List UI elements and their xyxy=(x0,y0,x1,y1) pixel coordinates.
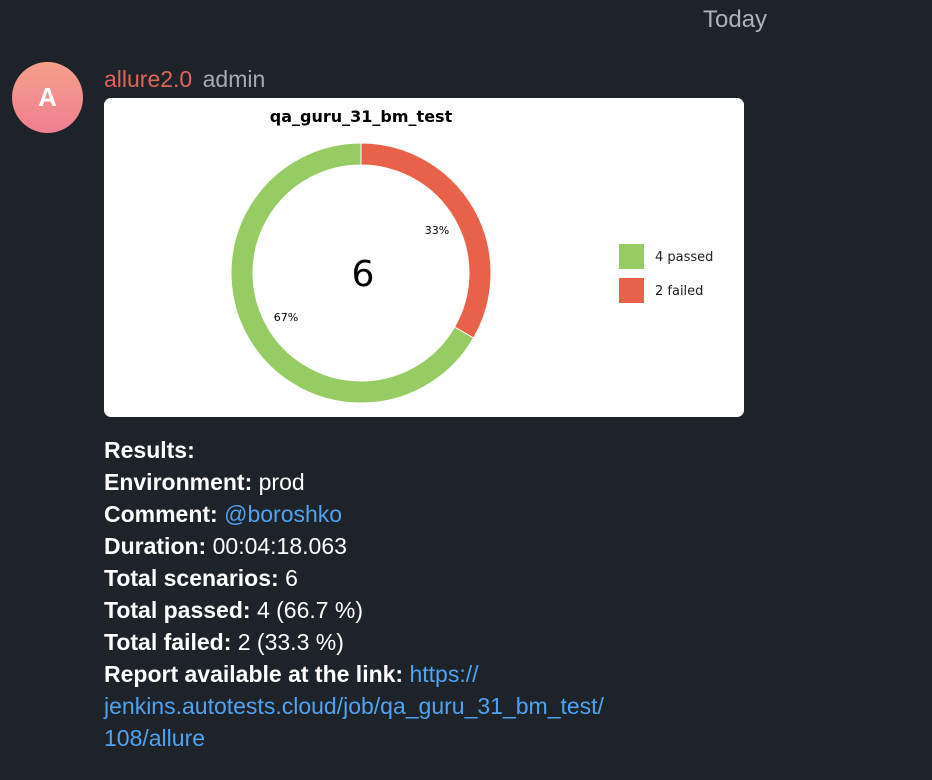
total-failed-row: Total failed: 2 (33.3 %) xyxy=(104,626,884,658)
chart-title: qa_guru_31_bm_test xyxy=(270,107,453,126)
legend-swatch-passed xyxy=(619,244,644,269)
report-link-part-2[interactable]: jenkins.autotests.cloud/job/qa_guru_31_b… xyxy=(104,693,604,719)
sender-role: admin xyxy=(202,66,266,92)
total-scenarios-row: Total scenarios: 6 xyxy=(104,562,884,594)
message-bubble: allure2.0 admin qa_guru_31_bm_test 6 33%… xyxy=(104,64,884,754)
legend-swatch-failed xyxy=(619,278,644,303)
total-passed-row: Total passed: 4 (66.7 %) xyxy=(104,594,884,626)
slice-failed xyxy=(360,142,492,339)
total-passed-label: Total passed: xyxy=(104,597,251,623)
date-separator: Today xyxy=(703,6,768,33)
duration-row: Duration: 00:04:18.063 xyxy=(104,530,884,562)
results-text: Results: Environment: prod Comment: @bor… xyxy=(104,434,884,754)
results-heading: Results: xyxy=(104,437,195,463)
sender-name[interactable]: allure2.0 xyxy=(104,66,192,92)
chart-image[interactable]: qa_guru_31_bm_test 6 33% 67% 4 passed 2 fa… xyxy=(104,98,744,417)
legend-label-passed: 4 passed xyxy=(655,250,713,265)
report-label: Report available at the link: xyxy=(104,661,404,687)
percent-label-failed: 33% xyxy=(425,224,449,237)
donut-chart: qa_guru_31_bm_test 6 33% 67% 4 passed 2 fa… xyxy=(230,107,713,404)
environment-row: Environment: prod xyxy=(104,466,884,498)
environment-value: prod xyxy=(258,469,305,495)
percent-label-passed: 67% xyxy=(274,311,298,324)
comment-row: Comment: @boroshko xyxy=(104,498,884,530)
chart-legend: 4 passed 2 failed xyxy=(619,244,713,303)
total-failed-label: Total failed: xyxy=(104,629,232,655)
report-link-part-1[interactable]: https:// xyxy=(409,661,478,687)
mention-link[interactable]: @boroshko xyxy=(224,501,342,527)
report-link-part-3[interactable]: 108/allure xyxy=(104,725,205,751)
environment-label: Environment: xyxy=(104,469,253,495)
report-link-row-2: jenkins.autotests.cloud/job/qa_guru_31_b… xyxy=(104,690,884,722)
legend-label-failed: 2 failed xyxy=(655,284,703,299)
total-failed-value: 2 (33.3 %) xyxy=(237,629,344,655)
duration-label: Duration: xyxy=(104,533,207,559)
total-scenarios-label: Total scenarios: xyxy=(104,565,279,591)
total-scenarios-value: 6 xyxy=(285,565,298,591)
report-row: Report available at the link: https:// xyxy=(104,658,884,690)
chart-center-total: 6 xyxy=(352,254,375,295)
message-header: allure2.0 admin xyxy=(104,64,884,94)
duration-value: 00:04:18.063 xyxy=(212,533,347,559)
comment-label: Comment: xyxy=(104,501,218,527)
report-link-row-3: 108/allure xyxy=(104,722,884,754)
chat-view: Today A allure2.0 admin qa_guru_31_bm_te… xyxy=(0,0,932,780)
total-passed-value: 4 (66.7 %) xyxy=(256,597,364,623)
avatar[interactable]: A xyxy=(12,62,83,133)
